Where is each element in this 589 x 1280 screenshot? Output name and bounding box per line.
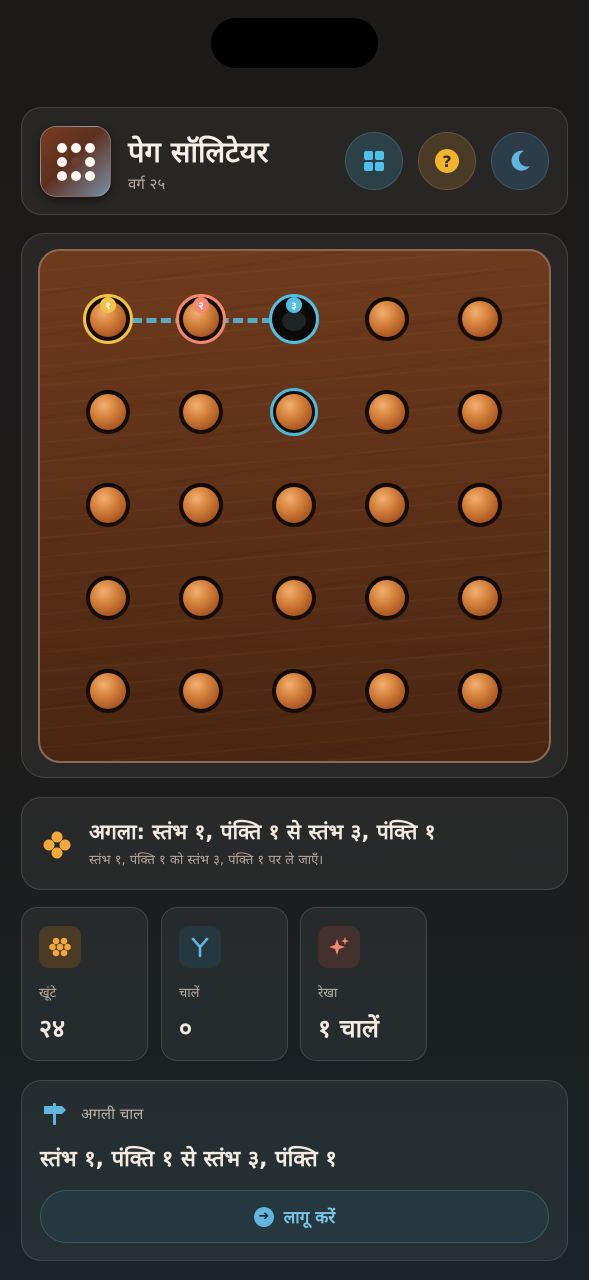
peg[interactable] [183, 394, 219, 430]
peg[interactable] [183, 487, 219, 523]
apply-button[interactable]: ➜ लागू करें [40, 1190, 549, 1243]
peg-hole[interactable] [86, 669, 130, 713]
peg[interactable] [183, 673, 219, 709]
peg[interactable] [90, 580, 126, 616]
signpost-icon [44, 1103, 66, 1125]
peg-hole[interactable] [458, 576, 502, 620]
peg-hole[interactable] [365, 297, 409, 341]
peg[interactable] [369, 580, 405, 616]
peg[interactable] [276, 580, 312, 616]
peg-hole[interactable] [365, 669, 409, 713]
stat-card-moves: चालें ० [161, 907, 288, 1061]
peg-hole[interactable] [86, 390, 130, 434]
fork-icon [179, 926, 221, 968]
page-title: पेग सॉलिटेयर [128, 135, 269, 169]
theme-toggle-button[interactable] [491, 132, 549, 190]
next-move-description: स्तंभ १, पंक्ति १ को स्तंभ ३, पंक्ति १ प… [89, 853, 324, 868]
stat-label: खूंटे [39, 986, 57, 1001]
peg-hole[interactable] [458, 297, 502, 341]
peg-hole[interactable] [86, 483, 130, 527]
path-step-badge: ३ [286, 297, 302, 313]
peg-hole[interactable] [458, 483, 502, 527]
device-notch [211, 18, 378, 68]
peg-hole[interactable] [272, 483, 316, 527]
peg-hole[interactable] [86, 576, 130, 620]
sparkle-icon [318, 926, 360, 968]
peg[interactable] [276, 487, 312, 523]
highlight-ring [270, 388, 318, 436]
peg[interactable] [369, 673, 405, 709]
arrow-right-icon: ➜ [253, 1206, 274, 1227]
help-icon: ? [435, 149, 459, 173]
peg[interactable] [462, 394, 498, 430]
moon-icon [511, 150, 530, 171]
next-move-card: अगला: स्तंभ १, पंक्ति १ से स्तंभ ३, पंक्… [21, 797, 568, 890]
path-step-badge: २ [193, 297, 209, 313]
page-subtitle: वर्ग २५ [128, 175, 166, 193]
peg-hole[interactable] [179, 390, 223, 434]
peg-hole[interactable] [179, 576, 223, 620]
hint-move-text: स्तंभ १, पंक्ति १ से स्तंभ ३, पंक्ति १ [40, 1147, 337, 1172]
stat-value: ० [179, 1014, 193, 1043]
peg[interactable] [90, 487, 126, 523]
peg-hole[interactable] [179, 483, 223, 527]
hint-card: अगली चाल स्तंभ १, पंक्ति १ से स्तंभ ३, प… [21, 1080, 568, 1261]
peg-hole[interactable] [458, 390, 502, 434]
app-header: पेग सॉलिटेयर वर्ग २५ ? [21, 107, 568, 215]
peg[interactable] [462, 301, 498, 337]
peg[interactable] [183, 580, 219, 616]
pegs-icon [39, 926, 81, 968]
peg[interactable] [369, 394, 405, 430]
stat-card-pegs: खूंटे २४ [21, 907, 148, 1061]
peg-hole[interactable] [365, 483, 409, 527]
stat-value: २४ [39, 1014, 66, 1043]
stat-label: रेखा [318, 986, 338, 1001]
peg-hole[interactable] [458, 669, 502, 713]
next-move-title: अगला: स्तंभ १, पंक्ति १ से स्तंभ ३, पंक्… [89, 820, 436, 844]
board-size-button[interactable] [345, 132, 403, 190]
path-step-badge: १ [100, 297, 116, 313]
peg-hole[interactable] [365, 390, 409, 434]
peg[interactable] [462, 580, 498, 616]
stat-card-streak: रेखा १ चालें [300, 907, 427, 1061]
peg-hole[interactable] [179, 669, 223, 713]
stat-value: १ चालें [318, 1014, 380, 1043]
peg-hole[interactable] [365, 576, 409, 620]
peg[interactable] [369, 487, 405, 523]
peg[interactable] [462, 673, 498, 709]
peg[interactable] [90, 394, 126, 430]
peg[interactable] [276, 673, 312, 709]
grid-icon [364, 151, 384, 171]
peg[interactable] [90, 673, 126, 709]
apply-button-label: लागू करें [283, 1208, 336, 1228]
app-logo-icon [40, 126, 111, 197]
help-button[interactable]: ? [418, 132, 476, 190]
stat-label: चालें [179, 986, 200, 1001]
peg[interactable] [462, 487, 498, 523]
hint-label: अगली चाल [81, 1105, 144, 1123]
peg-hole[interactable] [272, 669, 316, 713]
peg-hole[interactable] [272, 576, 316, 620]
pegs-cluster-icon [43, 831, 71, 859]
peg[interactable] [369, 301, 405, 337]
